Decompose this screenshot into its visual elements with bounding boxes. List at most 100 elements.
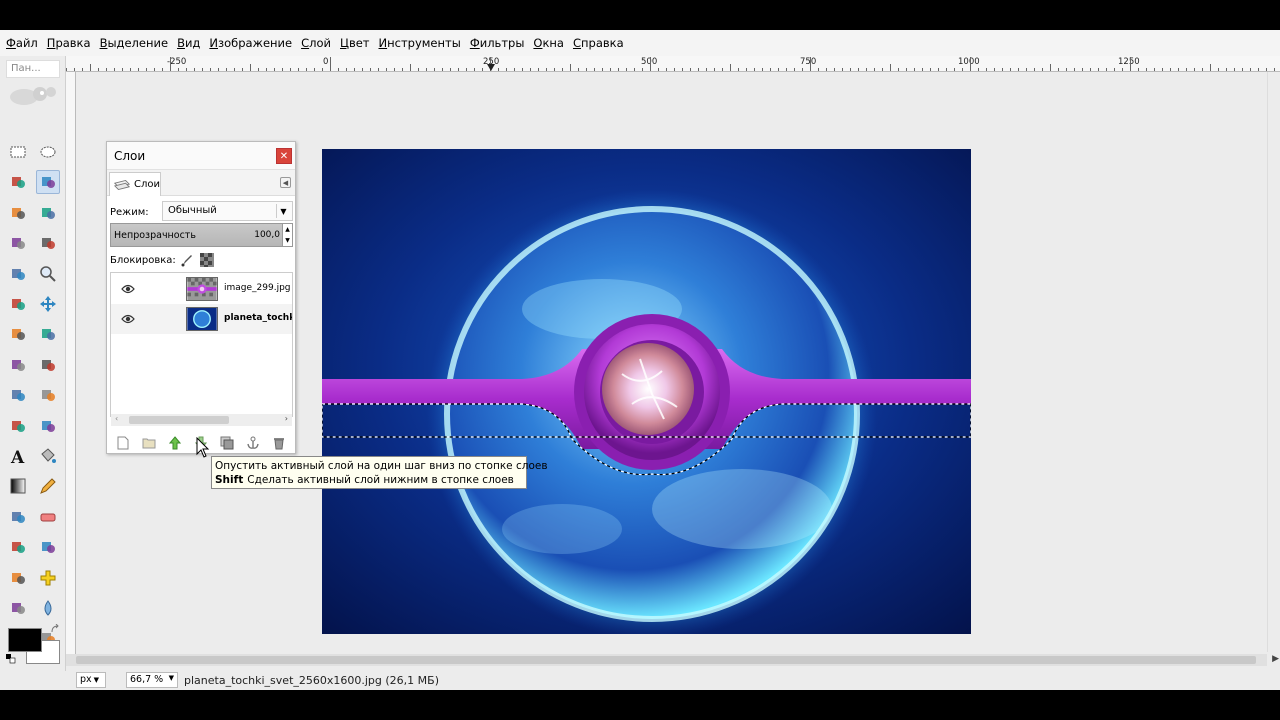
menu-file[interactable]: Файл xyxy=(6,36,38,50)
tool-foreground-select-icon[interactable] xyxy=(6,231,30,255)
tool-color-select-icon[interactable] xyxy=(6,201,30,225)
raise-layer-button[interactable] xyxy=(168,436,182,450)
layer-list-scroll-thumb[interactable] xyxy=(129,416,229,424)
ruler-tick xyxy=(354,68,355,71)
menu-image[interactable]: Изображение xyxy=(209,36,292,50)
tool-blend-icon[interactable] xyxy=(6,474,30,498)
tool-scissors-icon[interactable] xyxy=(36,201,60,225)
color-swatches[interactable] xyxy=(6,624,62,670)
tool-free-select-icon[interactable] xyxy=(6,170,30,194)
tool-flip-icon[interactable] xyxy=(6,414,30,438)
delete-layer-button[interactable] xyxy=(272,436,286,450)
tool-blur-icon[interactable] xyxy=(36,596,60,620)
ruler-tick xyxy=(66,68,67,71)
menu-edit[interactable]: Правка xyxy=(47,36,91,50)
menu-colors[interactable]: Цвет xyxy=(340,36,370,50)
tool-fuzzy-select-icon[interactable] xyxy=(36,170,60,195)
menu-select[interactable]: Выделение xyxy=(100,36,169,50)
lock-pixels-brush-icon[interactable] xyxy=(180,253,194,267)
tab-menu-button[interactable]: ◀ xyxy=(280,177,291,188)
ruler-tick xyxy=(362,68,363,71)
unit-select[interactable]: px ▼ xyxy=(76,672,106,688)
tool-move-icon[interactable] xyxy=(36,292,60,316)
tool-bucket-fill-icon[interactable] xyxy=(36,444,60,468)
ruler-tick xyxy=(346,68,347,71)
tool-clone-icon[interactable] xyxy=(6,566,30,590)
tool-zoom-icon[interactable] xyxy=(36,262,60,286)
image-canvas[interactable] xyxy=(322,149,971,634)
menu-help[interactable]: Справка xyxy=(573,36,624,50)
tool-perspective-clone-icon[interactable] xyxy=(6,596,30,620)
ruler-tick xyxy=(1146,68,1147,71)
opacity-slider[interactable]: Непрозрачность 100,0 ▲ ▼ xyxy=(110,223,293,247)
tool-rect-select-icon[interactable] xyxy=(6,140,30,164)
layer-list[interactable]: image_299.jpg planeta_tochki_s ‹ › xyxy=(110,272,293,426)
lock-alpha-checker-icon[interactable] xyxy=(199,253,214,267)
layer-name[interactable]: planeta_tochki_s xyxy=(224,313,292,323)
tool-rotate-icon[interactable] xyxy=(6,353,30,377)
vertical-scrollbar[interactable] xyxy=(1267,72,1280,652)
vertical-ruler[interactable] xyxy=(66,72,76,662)
close-button[interactable]: ✕ xyxy=(276,148,292,164)
tool-airbrush-icon[interactable] xyxy=(6,535,30,559)
tool-text-icon[interactable]: A xyxy=(6,444,30,468)
tool-pencil-icon[interactable] xyxy=(36,474,60,498)
new-layer-button[interactable] xyxy=(116,436,130,450)
layer-row[interactable]: image_299.jpg xyxy=(111,274,292,304)
spin-down-icon[interactable]: ▼ xyxy=(285,237,290,244)
tool-heal-icon[interactable] xyxy=(36,566,60,590)
duplicate-icon xyxy=(220,436,234,450)
ruler-tick xyxy=(1050,64,1051,71)
eye-icon[interactable] xyxy=(121,283,135,295)
eye-icon[interactable] xyxy=(121,313,135,325)
new-layer-group-button[interactable] xyxy=(142,436,156,450)
tool-paintbrush-icon[interactable] xyxy=(6,505,30,529)
tool-measure-icon[interactable] xyxy=(6,292,30,316)
menu-view[interactable]: Вид xyxy=(177,36,200,50)
horizontal-ruler[interactable]: -250 0 250 500 750 1000 1250 xyxy=(66,56,1280,72)
menu-layer[interactable]: Слой xyxy=(301,36,331,50)
ruler-tick xyxy=(850,68,851,71)
tool-crop-icon[interactable] xyxy=(36,322,60,346)
horizontal-scroll-thumb[interactable] xyxy=(76,656,1256,664)
scroll-right-arrow-icon[interactable]: ▶ xyxy=(1272,654,1279,664)
duplicate-layer-button[interactable] xyxy=(220,436,234,450)
mode-select[interactable]: Обычный ▼ xyxy=(162,201,293,221)
tool-eraser-icon[interactable] xyxy=(36,505,60,529)
ruler-tick xyxy=(1218,68,1219,71)
scroll-left-arrow-icon[interactable]: ‹ xyxy=(115,414,118,423)
tool-ellipse-select-icon[interactable] xyxy=(36,140,60,164)
swap-colors-icon[interactable] xyxy=(50,624,60,634)
tool-color-picker-icon[interactable] xyxy=(6,262,30,286)
ruler-tick xyxy=(802,68,803,71)
layer-list-scrollbar[interactable]: ‹ › xyxy=(111,414,292,426)
default-colors-icon[interactable] xyxy=(6,654,16,664)
tool-align-icon[interactable] xyxy=(6,322,30,346)
chevron-down-icon: ▼ xyxy=(93,676,100,684)
opacity-spinner[interactable]: ▲ ▼ xyxy=(282,224,292,246)
tool-scale-icon[interactable] xyxy=(36,353,60,377)
statusbar: px ▼ 66,7 % ▼ planeta_tochki_svet_2560x160… xyxy=(66,670,1280,690)
menu-windows[interactable]: Окна xyxy=(533,36,564,50)
tool-cage-icon[interactable] xyxy=(36,414,60,438)
menu-filters[interactable]: Фильтры xyxy=(470,36,525,50)
ruler-tick xyxy=(178,68,179,71)
spin-up-icon[interactable]: ▲ xyxy=(285,226,290,233)
tool-perspective-icon[interactable] xyxy=(36,383,60,407)
trash-icon xyxy=(274,438,284,450)
ruler-tick xyxy=(810,57,811,71)
layer-row[interactable]: planeta_tochki_s xyxy=(111,304,292,334)
foreground-color-swatch[interactable] xyxy=(8,628,42,652)
tool-ink-icon[interactable] xyxy=(36,535,60,559)
layers-dialog-header[interactable]: Слои ✕ xyxy=(107,142,295,170)
layer-name[interactable]: image_299.jpg xyxy=(224,283,292,293)
scroll-right-arrow-icon[interactable]: › xyxy=(285,414,288,423)
menu-tools[interactable]: Инструменты xyxy=(379,36,461,50)
tool-shear-icon[interactable] xyxy=(6,383,30,407)
anchor-layer-button[interactable] xyxy=(246,436,260,450)
ruler-tick xyxy=(546,68,547,71)
horizontal-scrollbar[interactable]: ▶ xyxy=(66,654,1279,666)
tool-paths-icon[interactable] xyxy=(36,231,60,255)
zoom-select[interactable]: 66,7 % ▼ xyxy=(126,672,178,688)
tab-layers[interactable]: Слои xyxy=(109,172,161,196)
